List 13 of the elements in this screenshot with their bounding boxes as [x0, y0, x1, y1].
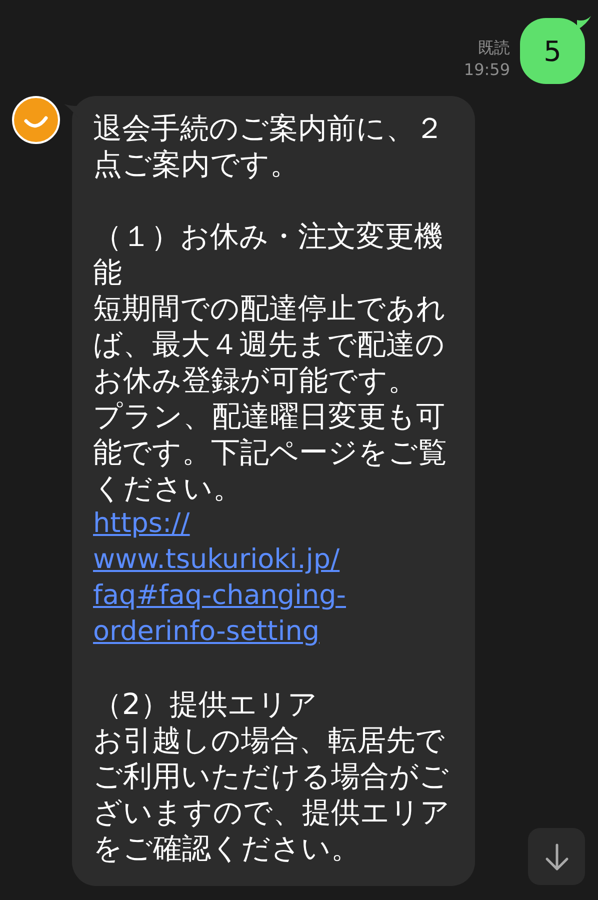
message-text: （１）お休み・注文変更機能: [93, 218, 444, 290]
scroll-down-button[interactable]: [528, 828, 585, 885]
bubble-tail: [577, 16, 591, 30]
message-text: お引越しの場合、転居先でご利用いただける場合がございますので、提供エリアをご確認ください。: [93, 722, 451, 866]
read-receipt: 既読: [478, 38, 510, 58]
message-time: 19:59: [464, 60, 510, 80]
message-text: プラン、配達曜日変更も可能です。下記ページをご覧ください。: [93, 398, 448, 506]
message-text: （2）提供エリア: [93, 686, 318, 722]
message-text: 退会手続のご案内前に、２点ご案内です。: [93, 110, 445, 182]
avatar-icon[interactable]: [12, 96, 60, 144]
message-text: 短期間での配達停止であれば、最大４週先まで配達のお休み登録が可能です。: [93, 290, 447, 398]
message-link[interactable]: https:// www.tsukurioki.jp/ faq#faq-changing- orderinfo-setting: [93, 506, 461, 650]
arrow-down-icon: [544, 842, 570, 870]
